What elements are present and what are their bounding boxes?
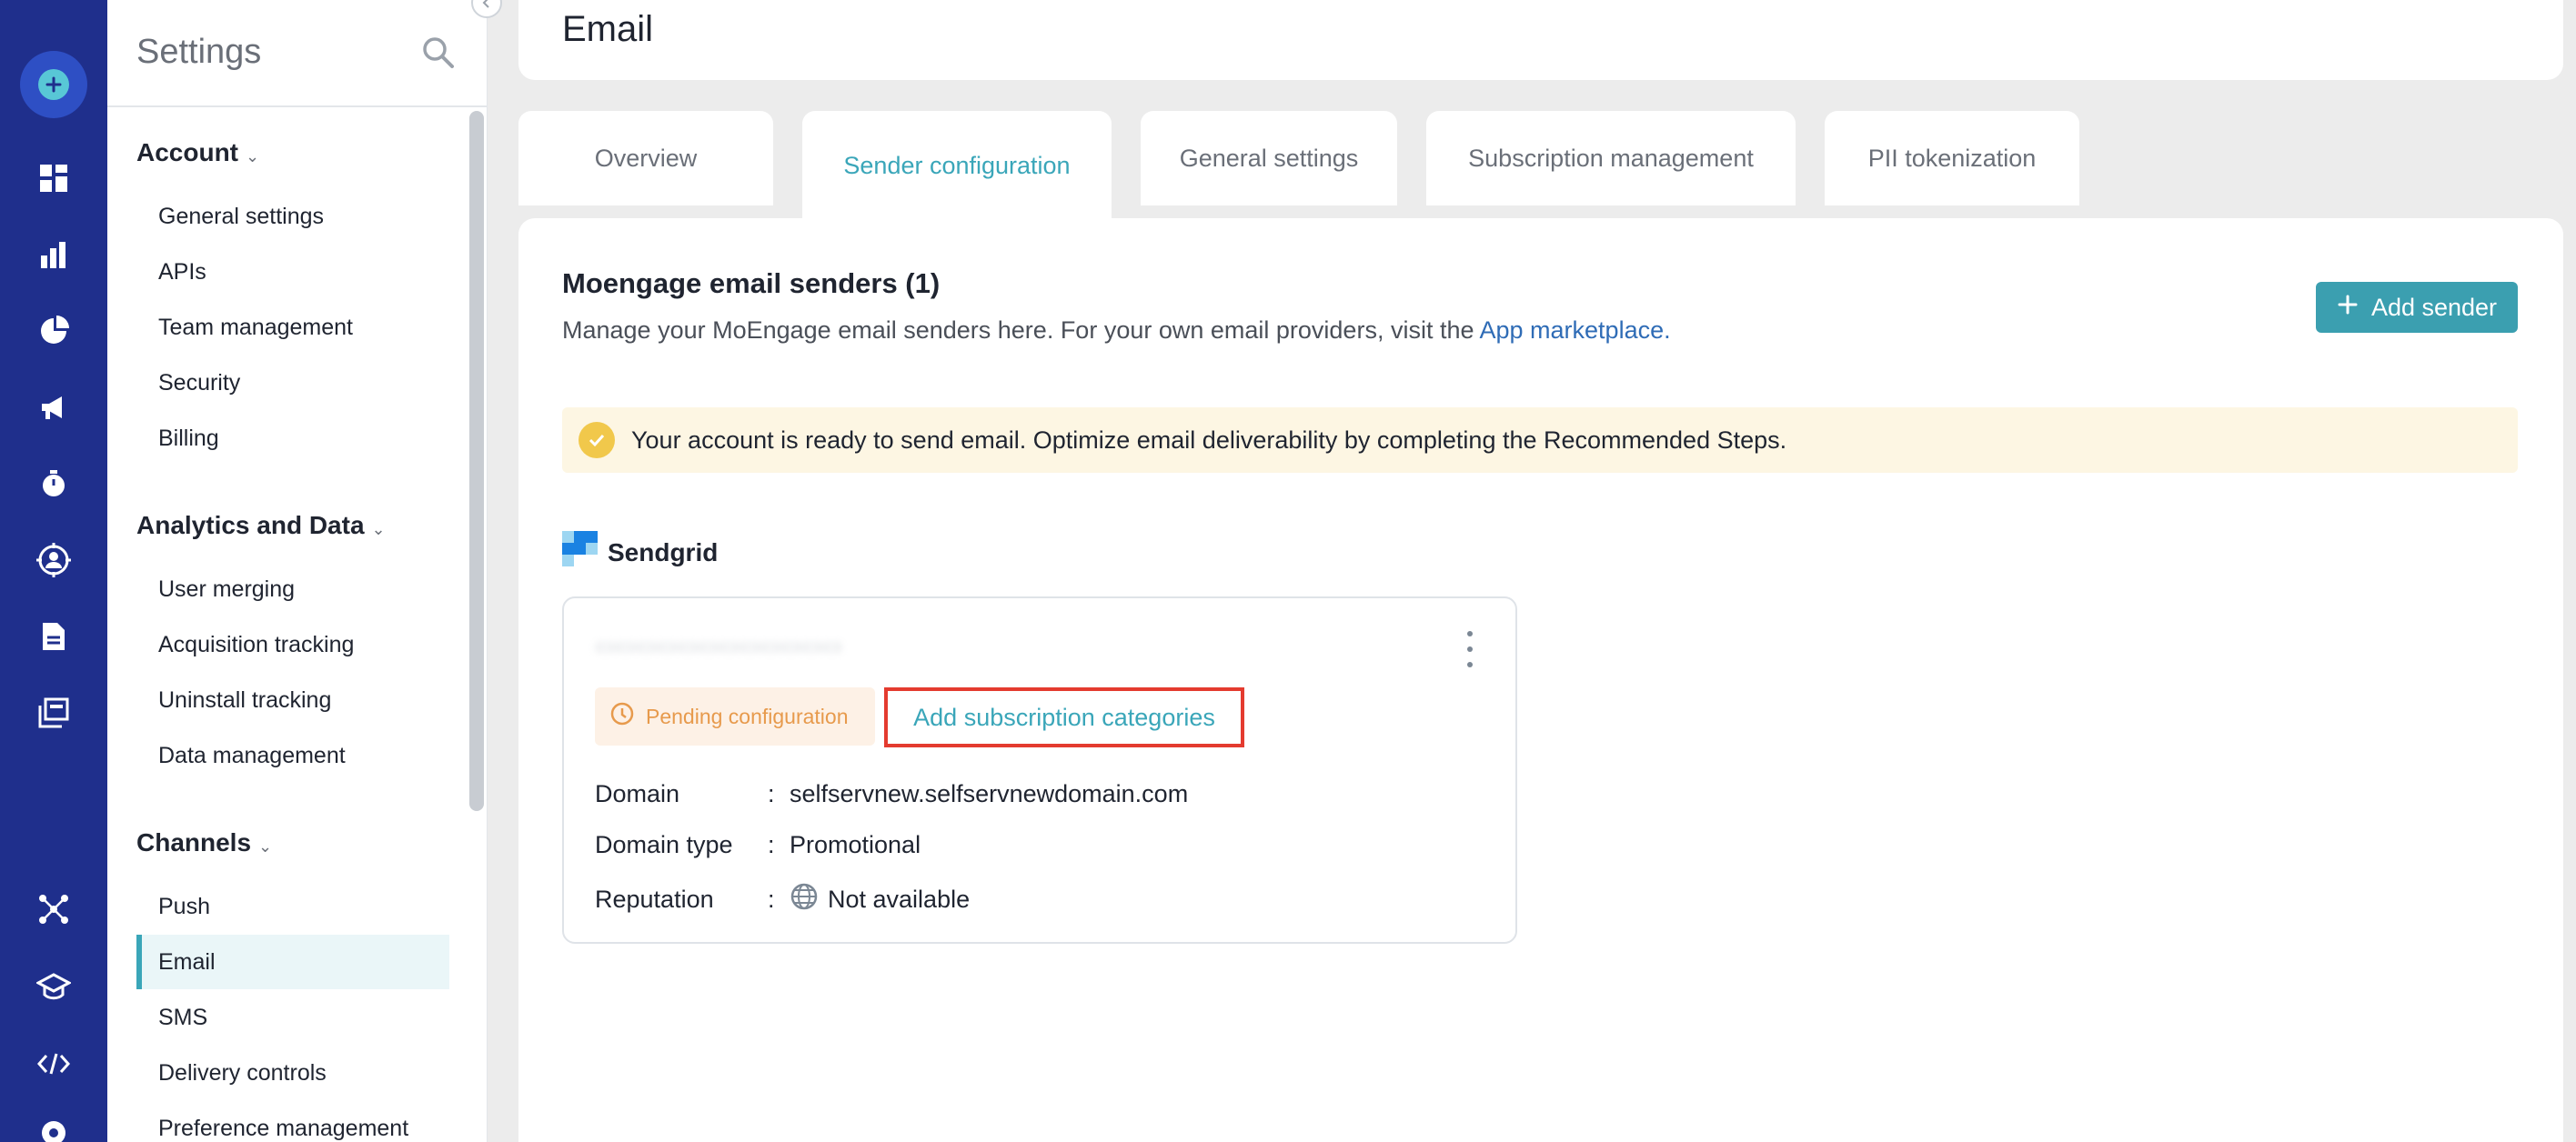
megaphone-icon[interactable] (32, 386, 75, 429)
tab-general-settings[interactable]: General settings (1141, 111, 1397, 205)
group-channels[interactable]: Channels ⌄ (136, 828, 272, 857)
add-sender-label: Add sender (2370, 293, 2498, 321)
domain-type-label: Domain type (595, 831, 733, 858)
provider-name: Sendgrid (608, 537, 719, 566)
code-icon[interactable] (32, 1042, 75, 1086)
clock-icon (609, 701, 635, 732)
integrations-icon[interactable] (32, 887, 75, 931)
section-description: Manage your MoEngage email senders here.… (562, 316, 1671, 345)
reputation-row: Reputation : Not available (595, 882, 970, 917)
settings-panel: Settings Account ⌄ General settings APIs … (107, 0, 502, 1142)
user-target-icon[interactable] (32, 538, 75, 582)
plus-icon (38, 69, 69, 100)
nav-delivery-controls[interactable]: Delivery controls (136, 1046, 449, 1100)
group-analytics-and-data[interactable]: Analytics and Data ⌄ (136, 511, 386, 540)
tab-pii-tokenization[interactable]: PII tokenization (1825, 111, 2079, 205)
nav-preference-management[interactable]: Preference management (136, 1101, 449, 1142)
banner-text: Your account is ready to send email. Opt… (631, 426, 1787, 454)
section-title: Moengage email senders (1) (562, 267, 941, 299)
settings-title: Settings (136, 33, 262, 71)
dashboard-icon[interactable] (32, 156, 75, 200)
more-options-icon[interactable] (1461, 631, 1479, 667)
chevron-down-icon: ⌄ (258, 836, 273, 856)
create-button[interactable] (20, 51, 87, 118)
add-subscription-categories-link[interactable]: Add subscription categories (884, 687, 1244, 747)
domain-label: Domain (595, 780, 680, 807)
page-title: Email (562, 9, 654, 49)
search-icon[interactable] (420, 35, 457, 75)
reputation-text: Not available (828, 886, 971, 913)
chevron-down-icon: ⌄ (371, 519, 386, 538)
status-text: Pending configuration (646, 704, 849, 728)
app-rail (0, 0, 107, 1142)
nav-push[interactable]: Push (136, 879, 449, 934)
nav-acquisition-tracking[interactable]: Acquisition tracking (136, 617, 449, 672)
header-card (518, 0, 2563, 80)
nav-sms[interactable]: SMS (136, 990, 449, 1045)
nav-security[interactable]: Security (136, 356, 449, 410)
nav-email[interactable]: Email (136, 935, 449, 989)
ready-banner: Your account is ready to send email. Opt… (562, 407, 2518, 473)
divider (107, 105, 488, 107)
colon: : (768, 831, 775, 858)
nav-billing[interactable]: Billing (136, 411, 449, 466)
timer-icon[interactable] (32, 462, 75, 506)
domain-value: selfservnew.selfservnewdomain.com (790, 780, 1189, 807)
domain-type-value: Promotional (790, 831, 921, 858)
provider-heading: Sendgrid (562, 531, 718, 574)
tab-sender-configuration[interactable]: Sender configuration (802, 111, 1112, 220)
nav-user-merging[interactable]: User merging (136, 562, 449, 616)
tab-overview[interactable]: Overview (518, 111, 773, 205)
collapse-panel-button[interactable] (471, 0, 502, 18)
segments-icon[interactable] (32, 309, 75, 353)
nav-team-management[interactable]: Team management (136, 300, 449, 355)
app-marketplace-link[interactable]: App marketplace. (1480, 316, 1671, 344)
analytics-icon[interactable] (32, 233, 75, 276)
tab-subscription-management[interactable]: Subscription management (1426, 111, 1796, 205)
domain-type-row: Domain type : Promotional (595, 831, 921, 859)
description-text: Manage your MoEngage email senders here.… (562, 316, 1480, 344)
document-icon[interactable] (32, 615, 75, 658)
globe-icon (790, 882, 819, 917)
group-account[interactable]: Account ⌄ (136, 138, 259, 167)
panel-scrollbar[interactable] (469, 111, 484, 811)
colon: : (768, 886, 775, 913)
sendgrid-logo-icon (562, 531, 599, 574)
academy-icon[interactable] (32, 966, 75, 1009)
check-icon (579, 422, 615, 458)
nav-apis[interactable]: APIs (136, 245, 449, 299)
colon: : (768, 780, 775, 807)
reputation-label: Reputation (595, 886, 714, 913)
content-library-icon[interactable] (32, 691, 75, 735)
settings-gear-icon[interactable] (32, 1111, 75, 1142)
redacted-sender-name: ▭▭▭▭▭▭▭▭▭▭▭▭ (595, 634, 843, 658)
reputation-value: Not available (790, 882, 970, 917)
nav-uninstall-tracking[interactable]: Uninstall tracking (136, 673, 449, 727)
sender-card: ▭▭▭▭▭▭▭▭▭▭▭▭ Pending configuration Add s… (562, 596, 1517, 944)
nav-data-management[interactable]: Data management (136, 728, 449, 783)
add-sender-button[interactable]: Add sender (2316, 282, 2518, 333)
domain-row: Domain : selfservnew.selfservnewdomain.c… (595, 780, 1188, 808)
status-badge: Pending configuration (595, 687, 875, 746)
chevron-down-icon: ⌄ (246, 146, 260, 165)
plus-icon (2337, 294, 2359, 322)
nav-general-settings[interactable]: General settings (136, 189, 449, 244)
